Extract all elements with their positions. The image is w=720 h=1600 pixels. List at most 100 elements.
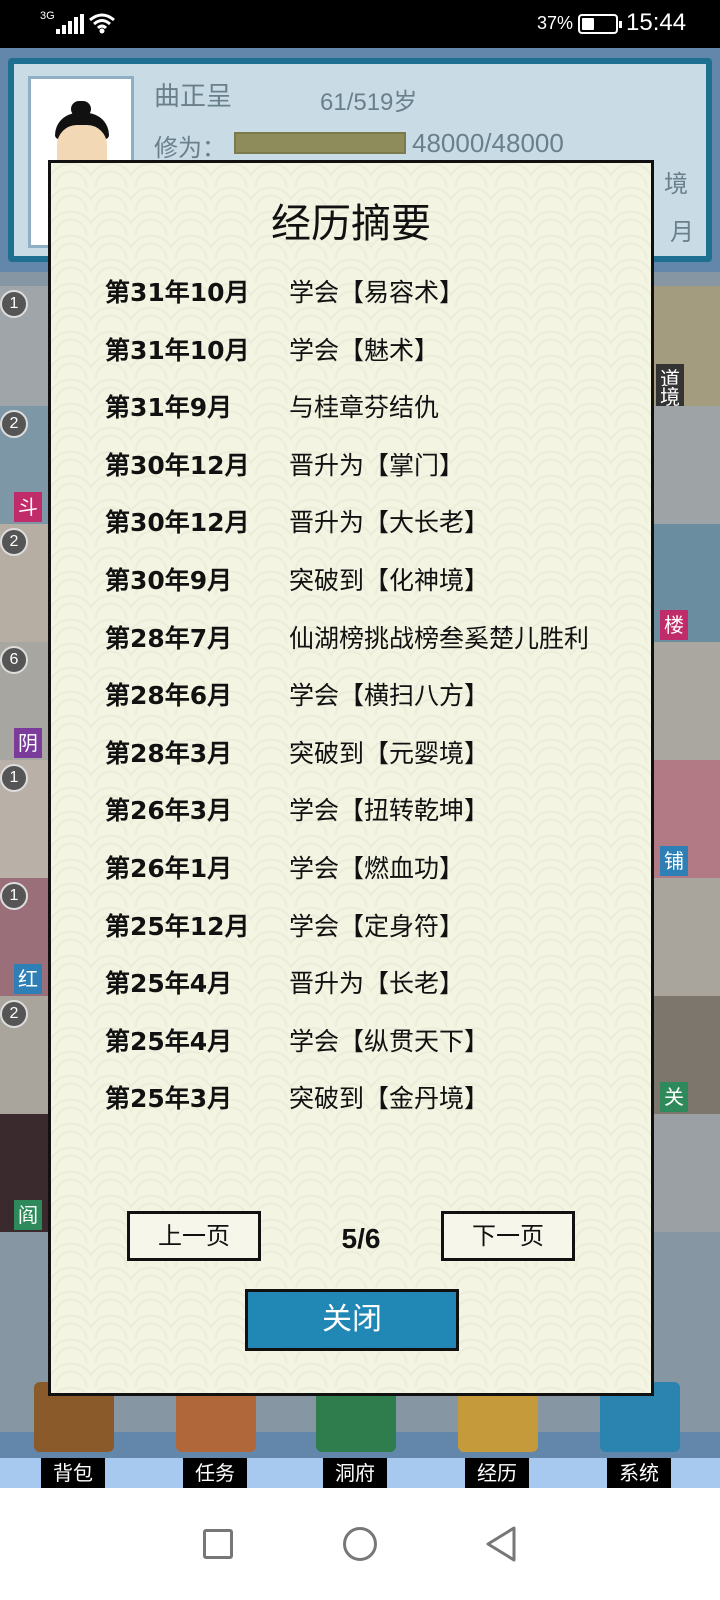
signal-icon — [56, 14, 84, 34]
entry-event: 与桂章芬结仇 — [289, 393, 440, 423]
recent-apps-button[interactable] — [196, 1522, 240, 1566]
nav-label: 任务 — [183, 1458, 247, 1488]
history-entry: 第26年1月 学会【燃血功】 — [105, 849, 645, 907]
status-bar: 3G 37% 15:44 — [0, 0, 720, 48]
entry-event: 学会【燃血功】 — [289, 853, 465, 883]
entry-date: 第28年7月 — [105, 623, 233, 653]
map-tile[interactable]: 1红 — [0, 878, 48, 996]
map-tile[interactable] — [654, 642, 720, 760]
history-entry: 第30年12月 晋升为【大长老】 — [105, 503, 645, 561]
entry-date: 第30年12月 — [105, 508, 250, 538]
next-page-button[interactable]: 下一页 — [441, 1211, 575, 1261]
network-type: 3G — [40, 10, 55, 22]
entry-event: 学会【纵贯天下】 — [289, 1026, 490, 1056]
entry-date: 第25年12月 — [105, 911, 250, 941]
history-entry-list: 第31年10月 学会【易容术】 第31年10月 学会【魅术】 第31年9月 与桂章芬结仇第… — [105, 273, 645, 1137]
entry-event: 学会【魅术】 — [289, 335, 440, 365]
history-entry: 第25年3月 突破到【金丹境】 — [105, 1079, 645, 1137]
history-entry: 第30年12月 晋升为【掌门】 — [105, 446, 645, 504]
entry-event: 学会【扭转乾坤】 — [289, 796, 490, 826]
entry-date: 第31年10月 — [105, 335, 250, 365]
history-entry: 第25年12月 学会【定身符】 — [105, 907, 645, 965]
tile-tag: 斗 — [14, 492, 42, 522]
cultivation-label: 修为： — [154, 134, 226, 162]
entry-event: 突破到【化神境】 — [289, 565, 490, 595]
entry-date: 第31年9月 — [105, 393, 233, 423]
close-button[interactable]: 关闭 — [245, 1289, 459, 1351]
player-age: 61/519岁 — [320, 89, 418, 116]
tile-badge: 2 — [0, 528, 28, 556]
history-entry: 第28年3月 突破到【元婴境】 — [105, 734, 645, 792]
square-icon — [203, 1529, 233, 1559]
map-tile[interactable]: 2 — [0, 524, 48, 642]
cultivation-value: 48000/48000 — [412, 128, 564, 158]
history-entry: 第31年10月 学会【易容术】 — [105, 273, 645, 331]
battery-icon — [578, 14, 622, 34]
map-tile[interactable]: 1 — [0, 760, 48, 878]
map-tile[interactable]: 2斗 — [0, 406, 48, 524]
map-tile[interactable]: 阎 — [0, 1114, 48, 1232]
tile-badge: 6 — [0, 646, 28, 674]
entry-event: 晋升为【大长老】 — [289, 508, 490, 538]
nav-label: 系统 — [607, 1458, 671, 1488]
tile-badge: 1 — [0, 290, 28, 318]
map-tile[interactable] — [654, 1114, 720, 1232]
history-entry: 第25年4月 学会【纵贯天下】 — [105, 1022, 645, 1080]
map-tile[interactable]: 铺 — [654, 760, 720, 878]
map-tile[interactable]: 1 — [0, 286, 48, 406]
triangle-back-icon — [486, 1526, 516, 1562]
dialog-title: 经历摘要 — [271, 201, 431, 247]
map-tile[interactable]: 6阴 — [0, 642, 48, 760]
prev-page-button[interactable]: 上一页 — [127, 1211, 261, 1261]
history-entry: 第28年6月 学会【横扫八方】 — [105, 676, 645, 734]
tile-tag: 境 — [656, 386, 684, 408]
entry-event: 突破到【元婴境】 — [289, 738, 490, 768]
map-tile[interactable]: 关 — [654, 996, 720, 1114]
entry-date: 第26年1月 — [105, 853, 233, 883]
tile-tag: 关 — [660, 1082, 688, 1112]
entry-event: 晋升为【掌门】 — [289, 450, 465, 480]
tile-badge: 2 — [0, 410, 28, 438]
entry-event: 学会【定身符】 — [289, 911, 465, 941]
home-button[interactable] — [338, 1522, 382, 1566]
nav-label: 背包 — [41, 1458, 105, 1488]
entry-date: 第28年6月 — [105, 681, 233, 711]
tile-tag: 铺 — [660, 846, 688, 876]
entry-date: 第28年3月 — [105, 738, 233, 768]
profile-date-fragment: 月 — [670, 218, 694, 246]
map-tile[interactable]: 道境 — [654, 286, 720, 408]
map-tile[interactable]: 2 — [0, 996, 48, 1114]
circle-icon — [343, 1527, 377, 1561]
tile-tag: 红 — [14, 964, 42, 994]
page-indicator: 5/6 — [341, 1223, 381, 1254]
tile-badge: 1 — [0, 764, 28, 792]
tile-tag: 阎 — [14, 1200, 42, 1230]
history-summary-dialog: 经历摘要 第31年10月 学会【易容术】 第31年10月 学会【魅术】 第31年9月 与桂… — [48, 160, 654, 1396]
entry-date: 第31年10月 — [105, 278, 250, 307]
entry-event: 突破到【金丹境】 — [289, 1084, 490, 1114]
history-entry: 第26年3月 学会【扭转乾坤】 — [105, 791, 645, 849]
tile-tag: 楼 — [660, 610, 688, 640]
entry-date: 第25年4月 — [105, 1026, 233, 1056]
entry-date: 第30年9月 — [105, 565, 233, 595]
clock: 15:44 — [626, 9, 687, 36]
entry-event: 晋升为【长老】 — [289, 969, 465, 999]
entry-date: 第25年3月 — [105, 1084, 233, 1114]
entry-date: 第25年4月 — [105, 969, 233, 999]
system-navigation-bar — [0, 1488, 720, 1600]
battery-percent: 37% — [537, 13, 574, 33]
map-tile[interactable]: 楼 — [654, 524, 720, 642]
entry-date: 第30年12月 — [105, 450, 250, 480]
entry-event: 仙湖榜挑战榜叁奚楚儿胜利 — [289, 623, 590, 653]
history-entry: 第30年9月 突破到【化神境】 — [105, 561, 645, 619]
entry-event: 学会【横扫八方】 — [289, 681, 490, 711]
map-tile[interactable] — [654, 406, 720, 524]
wifi-icon — [89, 13, 115, 34]
tile-badge: 2 — [0, 1000, 28, 1028]
entry-date: 第26年3月 — [105, 796, 233, 826]
map-tile[interactable] — [654, 878, 720, 996]
profile-realm-fragment: 境 — [664, 170, 688, 198]
history-entry: 第31年10月 学会【魅术】 — [105, 331, 645, 389]
back-button[interactable] — [480, 1522, 524, 1566]
history-entry: 第25年4月 晋升为【长老】 — [105, 964, 645, 1022]
